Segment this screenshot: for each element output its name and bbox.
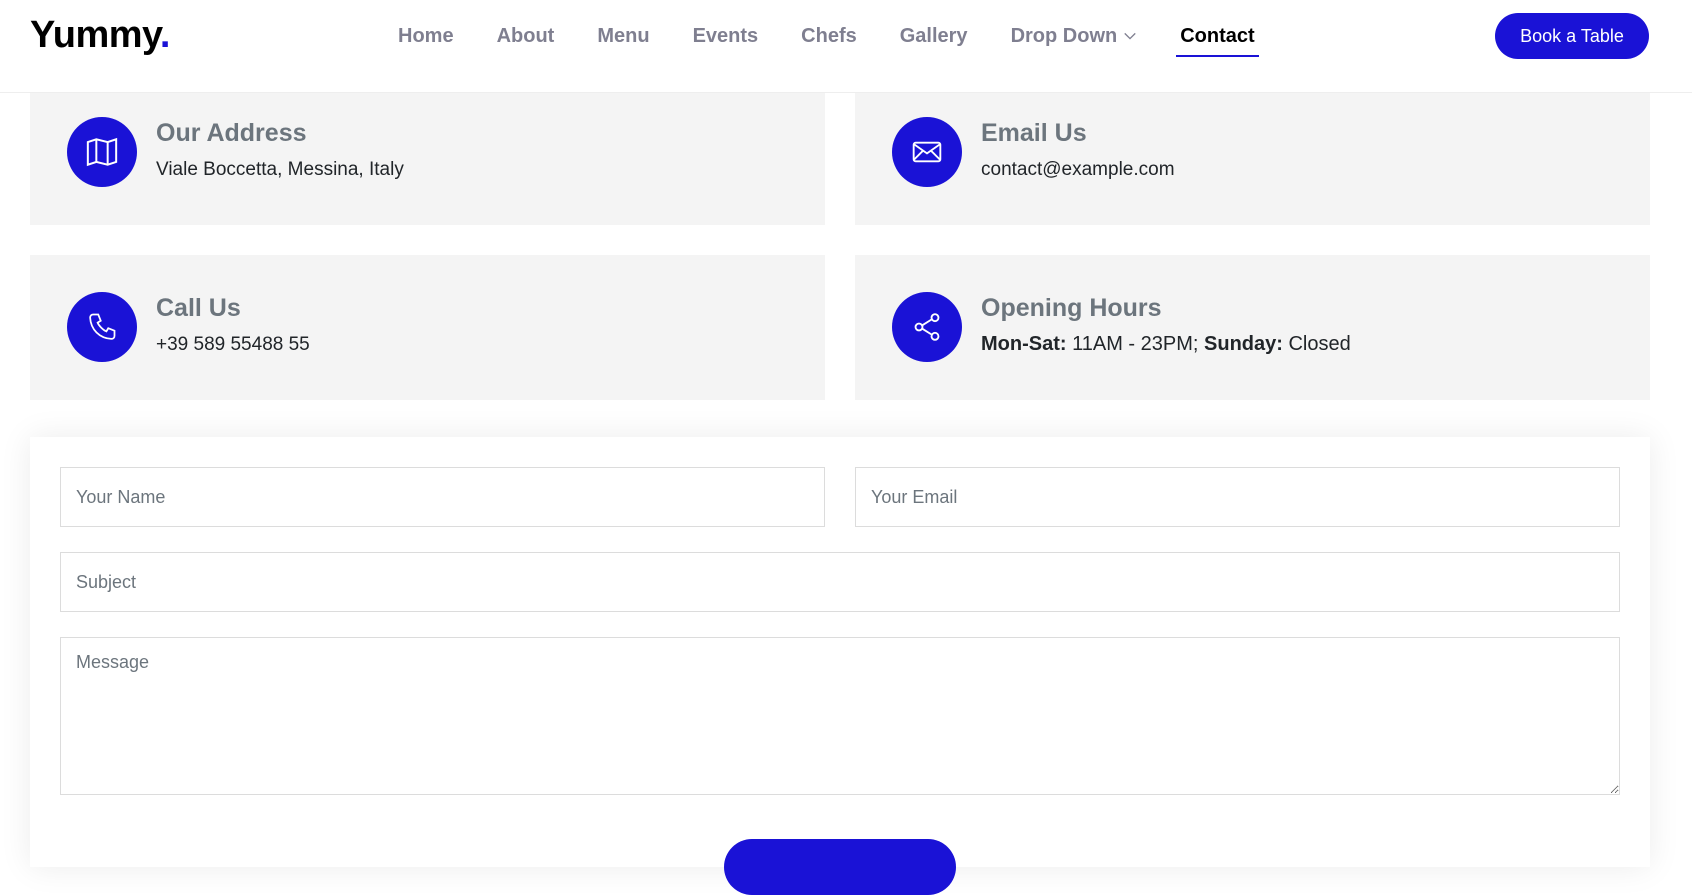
site-header: Yummy. Home About Menu Events Chefs Gall…: [0, 0, 1692, 93]
card-title: Call Us: [156, 294, 241, 322]
email-input[interactable]: [855, 467, 1620, 527]
weekday-value: 11AM - 23PM;: [1072, 333, 1199, 355]
nav-item-home[interactable]: Home: [398, 25, 454, 48]
address-card: Our Address Viale Boccetta, Messina, Ita…: [30, 93, 825, 225]
nav-label: Events: [692, 24, 759, 47]
weekday-label: Mon-Sat:: [981, 333, 1067, 355]
card-title: Our Address: [156, 119, 307, 147]
card-title: Opening Hours: [981, 294, 1162, 322]
nav-label: Drop Down: [1010, 24, 1118, 47]
phone-card: Call Us +39 589 55488 55: [30, 255, 825, 400]
sunday-value: Closed: [1288, 333, 1351, 355]
address-text: Viale Boccetta, Messina, Italy: [156, 159, 404, 180]
map-icon: [67, 117, 137, 187]
nav-item-menu[interactable]: Menu: [597, 25, 649, 48]
main-nav: Home About Menu Events Chefs Gallery Dro…: [398, 0, 1298, 72]
send-message-button[interactable]: [724, 839, 956, 895]
nav-item-gallery[interactable]: Gallery: [900, 25, 968, 48]
hours-card: Opening Hours Mon-Sat: 11AM - 23PM; Sund…: [855, 255, 1650, 400]
book-a-table-button[interactable]: Book a Table: [1495, 13, 1649, 59]
nav-item-drop-down[interactable]: Drop Down: [1011, 25, 1138, 48]
hours-text: Mon-Sat: 11AM - 23PM; Sunday: Closed: [981, 333, 1351, 356]
contact-form: [30, 437, 1650, 895]
card-title: Email Us: [981, 119, 1087, 147]
nav-item-events[interactable]: Events: [693, 25, 759, 48]
nav-label: Contact: [1180, 24, 1255, 47]
share-icon: [892, 292, 962, 362]
nav-item-about[interactable]: About: [497, 25, 555, 48]
nav-label: Gallery: [899, 24, 968, 47]
name-input[interactable]: [60, 467, 825, 527]
logo-text: Yummy: [30, 14, 160, 56]
logo-dot: .: [159, 14, 171, 56]
chevron-down-icon: [1124, 32, 1136, 40]
nav-label: Menu: [597, 24, 650, 47]
nav-item-chefs[interactable]: Chefs: [801, 25, 857, 48]
envelope-icon: [892, 117, 962, 187]
nav-label: Home: [398, 24, 454, 47]
nav-item-contact[interactable]: Contact: [1176, 24, 1260, 57]
phone-icon: [67, 292, 137, 362]
nav-label: Chefs: [801, 24, 857, 47]
subject-input[interactable]: [60, 552, 1620, 612]
nav-label: About: [496, 24, 555, 47]
email-text[interactable]: contact@example.com: [981, 159, 1175, 181]
email-card: Email Us contact@example.com: [855, 93, 1650, 225]
message-textarea[interactable]: [60, 637, 1620, 795]
phone-text[interactable]: +39 589 55488 55: [156, 334, 310, 356]
sunday-label: Sunday:: [1204, 333, 1283, 355]
logo[interactable]: Yummy.: [30, 14, 170, 57]
